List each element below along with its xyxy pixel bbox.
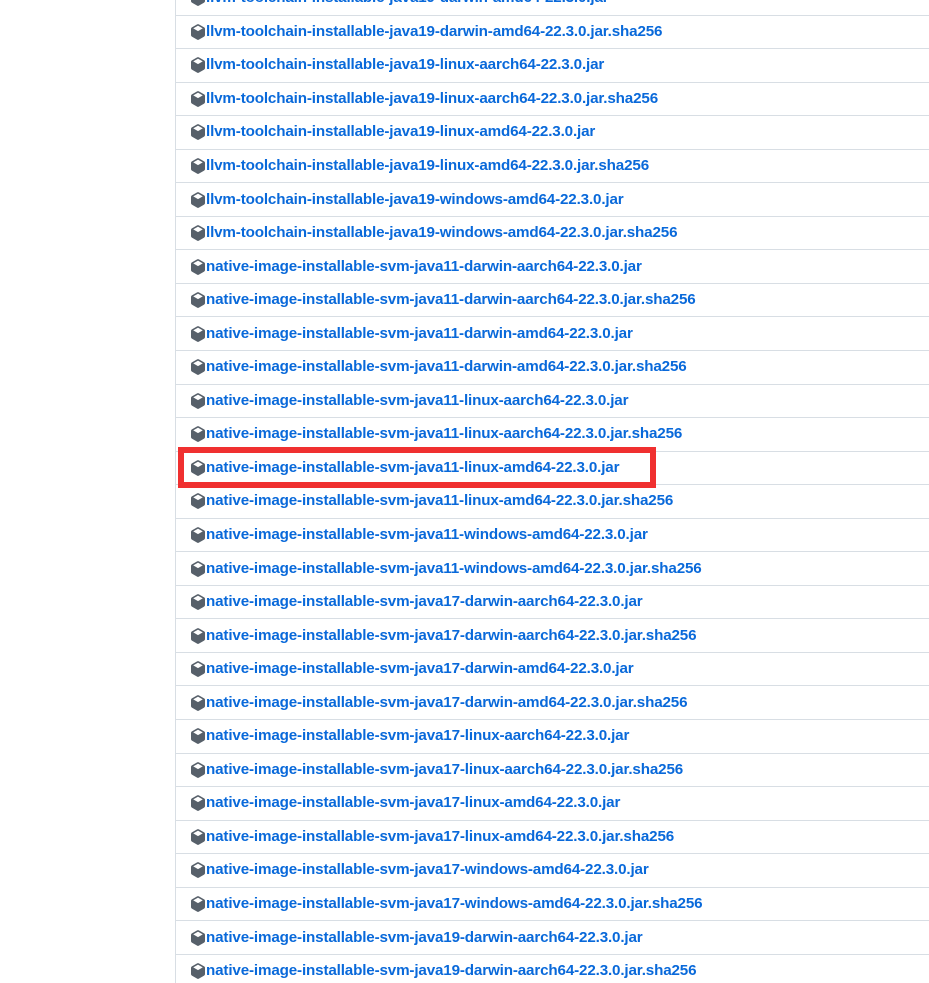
asset-row[interactable]: llvm-toolchain-installable-java19-window… bbox=[176, 182, 929, 216]
asset-row[interactable]: native-image-installable-svm-java17-wind… bbox=[176, 886, 929, 921]
package-cube-icon bbox=[190, 258, 206, 275]
asset-row[interactable]: native-image-installable-svm-java17-darw… bbox=[176, 651, 929, 686]
package-cube-icon bbox=[190, 158, 206, 174]
asset-row[interactable]: native-image-installable-svm-java17-linu… bbox=[176, 719, 929, 753]
asset-download-link[interactable]: native-image-installable-svm-java17-darw… bbox=[206, 592, 643, 612]
asset-download-link[interactable]: native-image-installable-svm-java17-darw… bbox=[206, 626, 697, 646]
package-cube-icon bbox=[190, 292, 206, 309]
asset-row[interactable]: native-image-installable-svm-java11-linu… bbox=[176, 450, 929, 485]
asset-download-link[interactable]: native-image-installable-svm-java11-wind… bbox=[206, 525, 648, 545]
asset-download-link[interactable]: native-image-installable-svm-java11-linu… bbox=[206, 458, 620, 478]
asset-download-link[interactable]: llvm-toolchain-installable-java19-linux-… bbox=[206, 122, 595, 142]
asset-download-link[interactable]: native-image-installable-svm-java17-linu… bbox=[206, 726, 629, 746]
asset-row[interactable]: llvm-toolchain-installable-java19-linux-… bbox=[176, 48, 929, 82]
asset-row[interactable]: native-image-installable-svm-java11-wind… bbox=[176, 517, 929, 552]
asset-download-link[interactable]: llvm-toolchain-installable-java19-window… bbox=[206, 190, 624, 210]
asset-row[interactable]: native-image-installable-svm-java11-darw… bbox=[176, 249, 929, 283]
left-gutter bbox=[0, 0, 176, 983]
asset-download-link[interactable]: native-image-installable-svm-java17-darw… bbox=[206, 693, 688, 713]
asset-download-link[interactable]: native-image-installable-svm-java17-linu… bbox=[206, 760, 683, 780]
asset-row[interactable]: llvm-toolchain-installable-java19-darwin… bbox=[176, 0, 929, 15]
package-cube-icon bbox=[190, 460, 206, 476]
asset-row[interactable]: llvm-toolchain-installable-java19-darwin… bbox=[176, 14, 929, 49]
package-cube-icon bbox=[190, 560, 206, 577]
asset-download-link[interactable]: native-image-installable-svm-java17-linu… bbox=[206, 827, 674, 847]
package-cube-icon bbox=[190, 728, 206, 745]
package-cube-icon bbox=[190, 694, 206, 711]
asset-download-link[interactable]: native-image-installable-svm-java19-darw… bbox=[206, 928, 643, 948]
asset-download-link[interactable]: native-image-installable-svm-java11-darw… bbox=[206, 290, 696, 310]
asset-row[interactable]: native-image-installable-svm-java17-darw… bbox=[176, 685, 929, 720]
asset-download-link[interactable]: llvm-toolchain-installable-java19-window… bbox=[206, 223, 678, 243]
package-cube-icon bbox=[190, 359, 206, 376]
asset-row[interactable]: native-image-installable-svm-java11-darw… bbox=[176, 316, 929, 351]
package-cube-icon bbox=[190, 661, 206, 678]
asset-row[interactable]: native-image-installable-svm-java17-wind… bbox=[176, 853, 929, 887]
asset-download-link[interactable]: native-image-installable-svm-java11-darw… bbox=[206, 257, 642, 277]
asset-download-link[interactable]: llvm-toolchain-installable-java19-linux-… bbox=[206, 55, 604, 75]
asset-row[interactable]: native-image-installable-svm-java19-darw… bbox=[176, 953, 929, 983]
asset-download-link[interactable]: native-image-installable-svm-java11-darw… bbox=[206, 324, 633, 344]
package-cube-icon bbox=[190, 325, 206, 342]
asset-row[interactable]: native-image-installable-svm-java17-linu… bbox=[176, 752, 929, 787]
release-assets-page: llvm-toolchain-installable-java19-darwin… bbox=[0, 0, 929, 983]
asset-download-link[interactable]: native-image-installable-svm-java11-linu… bbox=[206, 424, 682, 444]
package-cube-icon bbox=[190, 57, 206, 74]
asset-row[interactable]: llvm-toolchain-installable-java19-linux-… bbox=[176, 115, 929, 149]
asset-row[interactable]: native-image-installable-svm-java17-linu… bbox=[176, 786, 929, 820]
package-cube-icon bbox=[190, 0, 206, 6]
asset-download-link[interactable]: llvm-toolchain-installable-java19-darwin… bbox=[206, 0, 609, 8]
asset-row[interactable]: native-image-installable-svm-java11-darw… bbox=[176, 350, 929, 384]
asset-row[interactable]: llvm-toolchain-installable-java19-window… bbox=[176, 215, 929, 250]
asset-download-link[interactable]: native-image-installable-svm-java17-wind… bbox=[206, 894, 703, 914]
release-assets-list: llvm-toolchain-installable-java19-darwin… bbox=[176, 0, 929, 983]
asset-row[interactable]: native-image-installable-svm-java11-linu… bbox=[176, 383, 929, 418]
package-cube-icon bbox=[190, 392, 206, 409]
asset-download-link[interactable]: llvm-toolchain-installable-java19-darwin… bbox=[206, 22, 662, 42]
asset-row[interactable]: native-image-installable-svm-java17-darw… bbox=[176, 584, 929, 619]
package-cube-icon bbox=[190, 627, 206, 644]
asset-download-link[interactable]: native-image-installable-svm-java11-linu… bbox=[206, 391, 629, 411]
package-cube-icon bbox=[190, 761, 206, 778]
asset-download-link[interactable]: native-image-installable-svm-java11-darw… bbox=[206, 357, 687, 377]
asset-download-link[interactable]: native-image-installable-svm-java11-wind… bbox=[206, 559, 702, 579]
package-cube-icon bbox=[190, 829, 206, 845]
package-cube-icon bbox=[190, 426, 206, 443]
package-cube-icon bbox=[190, 963, 206, 979]
asset-download-link[interactable]: native-image-installable-svm-java11-linu… bbox=[206, 491, 673, 511]
package-cube-icon bbox=[190, 594, 206, 610]
asset-download-link[interactable]: native-image-installable-svm-java17-darw… bbox=[206, 659, 634, 679]
package-cube-icon bbox=[190, 191, 206, 208]
package-cube-icon bbox=[190, 929, 206, 946]
asset-download-link[interactable]: llvm-toolchain-installable-java19-linux-… bbox=[206, 156, 649, 176]
package-cube-icon bbox=[190, 862, 206, 879]
asset-row[interactable]: native-image-installable-svm-java11-linu… bbox=[176, 417, 929, 451]
package-cube-icon bbox=[190, 225, 206, 241]
asset-download-link[interactable]: native-image-installable-svm-java17-linu… bbox=[206, 793, 620, 813]
asset-row[interactable]: native-image-installable-svm-java19-darw… bbox=[176, 920, 929, 954]
package-cube-icon bbox=[190, 493, 206, 510]
asset-download-link[interactable]: llvm-toolchain-installable-java19-linux-… bbox=[206, 89, 658, 109]
asset-row[interactable]: native-image-installable-svm-java17-darw… bbox=[176, 618, 929, 652]
package-cube-icon bbox=[190, 23, 206, 40]
package-cube-icon bbox=[190, 795, 206, 812]
asset-row[interactable]: native-image-installable-svm-java11-wind… bbox=[176, 551, 929, 585]
asset-download-link[interactable]: native-image-installable-svm-java19-darw… bbox=[206, 961, 697, 981]
asset-row[interactable]: native-image-installable-svm-java17-linu… bbox=[176, 819, 929, 854]
package-cube-icon bbox=[190, 896, 206, 912]
asset-row[interactable]: llvm-toolchain-installable-java19-linux-… bbox=[176, 148, 929, 183]
asset-row[interactable]: llvm-toolchain-installable-java19-linux-… bbox=[176, 81, 929, 116]
package-cube-icon bbox=[190, 124, 206, 141]
asset-row[interactable]: native-image-installable-svm-java11-darw… bbox=[176, 282, 929, 317]
asset-row[interactable]: native-image-installable-svm-java11-linu… bbox=[176, 484, 929, 518]
package-cube-icon bbox=[190, 91, 206, 107]
package-cube-icon bbox=[190, 527, 206, 543]
asset-download-link[interactable]: native-image-installable-svm-java17-wind… bbox=[206, 860, 649, 880]
